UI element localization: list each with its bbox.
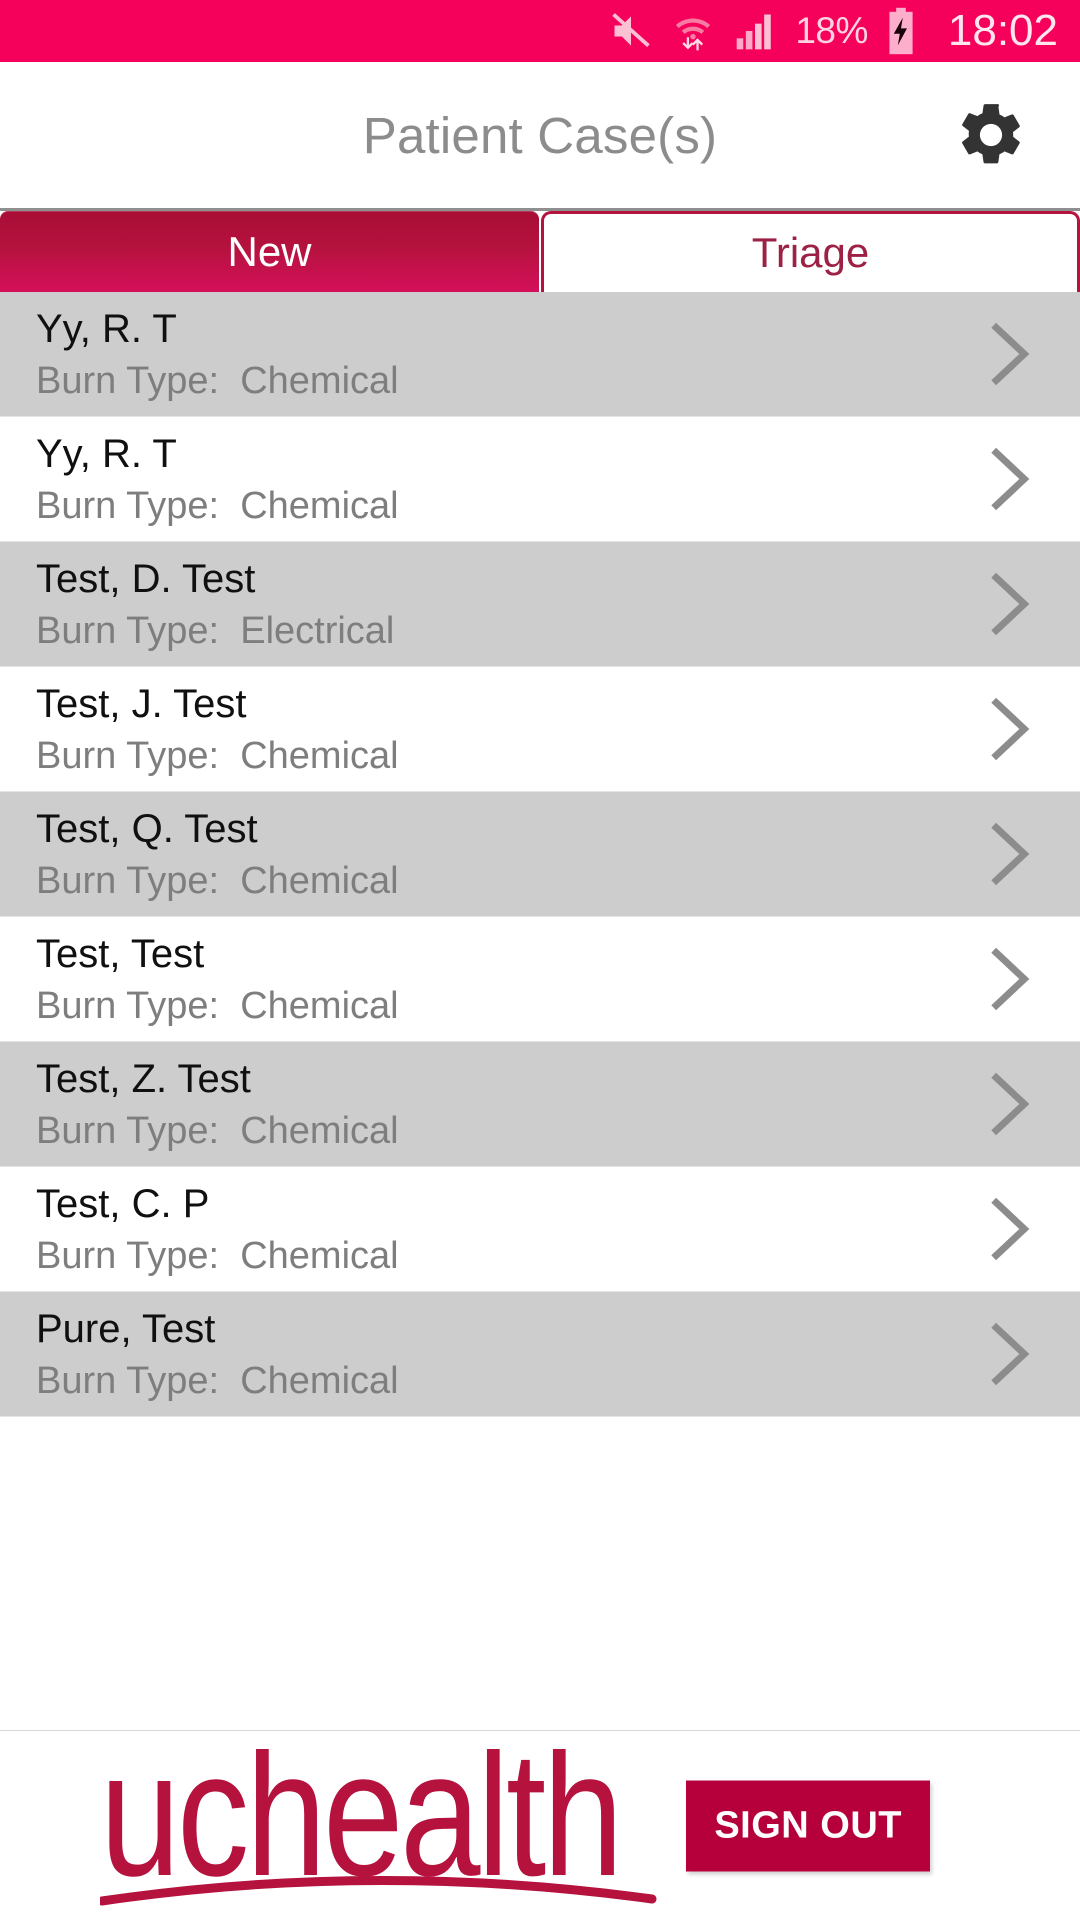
patient-case-list[interactable]: Yy, R. T Burn Type: Chemical Yy, R. T Burn … [0, 292, 1080, 1730]
burn-type-label: Burn Type: [36, 484, 220, 527]
burn-type-value: Chemical [240, 1234, 399, 1277]
sign-out-label: SIGN OUT [714, 1804, 902, 1846]
tab-bar: New Triage [0, 208, 1080, 292]
chevron-right-icon[interactable] [986, 571, 1032, 637]
chevron-right-icon[interactable] [986, 946, 1032, 1012]
tab-new-label: New [227, 227, 312, 275]
burn-type-value: Chemical [240, 1359, 399, 1402]
battery-percent-label: 18% [795, 10, 868, 51]
status-bar-icons: 18% 18:02 [609, 6, 1058, 56]
chevron-right-icon[interactable] [986, 1071, 1032, 1137]
battery-charging-icon [889, 7, 913, 55]
burn-type-label: Burn Type: [36, 734, 220, 777]
patient-case-row[interactable]: Yy, R. T Burn Type: Chemical [0, 292, 1080, 417]
status-bar: 18% 18:02 [0, 0, 1080, 62]
burn-type-label: Burn Type: [36, 359, 220, 402]
settings-button[interactable] [952, 96, 1030, 174]
burn-type-line: Burn Type: Chemical [36, 1112, 1080, 1150]
chevron-right-icon[interactable] [986, 446, 1032, 512]
burn-type-label: Burn Type: [36, 1359, 220, 1402]
burn-type-value: Chemical [240, 984, 399, 1027]
footer-bar: uchealth SIGN OUT [0, 1714, 1080, 1920]
burn-type-label: Burn Type: [36, 984, 220, 1027]
patient-name: Test, D. Test [36, 556, 256, 601]
burn-type-value: Chemical [240, 484, 399, 527]
patient-name: Test, Z. Test [36, 1056, 251, 1101]
burn-type-value: Chemical [240, 1109, 399, 1152]
burn-type-line: Burn Type: Electrical [36, 612, 1080, 650]
patient-name: Pure, Test [36, 1306, 216, 1351]
burn-type-value: Chemical [240, 359, 399, 402]
clock-label: 18:02 [947, 6, 1058, 55]
burn-type-line: Burn Type: Chemical [36, 362, 1080, 400]
patient-case-row[interactable]: Pure, Test Burn Type: Chemical [0, 1292, 1080, 1417]
patient-case-row[interactable]: Test, Z. Test Burn Type: Chemical [0, 1042, 1080, 1167]
tab-triage-label: Triage [751, 229, 870, 276]
burn-type-value: Chemical [240, 859, 399, 902]
wifi-data-transfer-icon [676, 18, 711, 51]
tab-triage[interactable]: Triage [541, 211, 1080, 292]
patient-name: Yy, R. T [36, 431, 177, 476]
burn-type-label: Burn Type: [36, 1109, 220, 1152]
chevron-right-icon[interactable] [986, 1321, 1032, 1387]
burn-type-line: Burn Type: Chemical [36, 1362, 1080, 1400]
mute-speaker-icon [612, 13, 651, 48]
app-header: Patient Case(s) [0, 62, 1080, 208]
page-title: Patient Case(s) [362, 106, 718, 164]
burn-type-value: Electrical [240, 609, 395, 652]
chevron-right-icon[interactable] [986, 696, 1032, 762]
sign-out-button[interactable]: SIGN OUT [686, 1780, 930, 1871]
patient-case-row[interactable]: Yy, R. T Burn Type: Chemical [0, 417, 1080, 542]
chevron-right-icon[interactable] [986, 821, 1032, 887]
uchealth-logo: uchealth [97, 1714, 660, 1913]
patient-name: Test, Test [36, 931, 205, 976]
burn-type-label: Burn Type: [36, 1234, 220, 1277]
burn-type-line: Burn Type: Chemical [36, 737, 1080, 775]
burn-type-line: Burn Type: Chemical [36, 987, 1080, 1025]
burn-type-label: Burn Type: [36, 609, 220, 652]
patient-case-row[interactable]: Test, C. P Burn Type: Chemical [0, 1167, 1080, 1292]
patient-name: Test, J. Test [36, 681, 247, 726]
patient-name: Test, Q. Test [36, 806, 258, 851]
burn-type-line: Burn Type: Chemical [36, 862, 1080, 900]
burn-type-line: Burn Type: Chemical [36, 487, 1080, 525]
uchealth-logo-mark: uchealth [97, 1714, 657, 1913]
chevron-right-icon[interactable] [986, 1196, 1032, 1262]
tab-new[interactable]: New [0, 211, 539, 292]
burn-type-line: Burn Type: Chemical [36, 1237, 1080, 1275]
burn-type-label: Burn Type: [36, 859, 220, 902]
cellular-signal-icon [736, 14, 772, 50]
patient-case-row[interactable]: Test, D. Test Burn Type: Electrical [0, 542, 1080, 667]
chevron-right-icon[interactable] [986, 321, 1032, 387]
burn-type-value: Chemical [240, 734, 399, 777]
patient-case-row[interactable]: Test, J. Test Burn Type: Chemical [0, 667, 1080, 792]
gear-icon [962, 104, 1020, 164]
patient-case-row[interactable]: Test, Q. Test Burn Type: Chemical [0, 792, 1080, 917]
patient-name: Yy, R. T [36, 306, 177, 351]
patient-name: Test, C. P [36, 1181, 210, 1226]
patient-case-row[interactable]: Test, Test Burn Type: Chemical [0, 917, 1080, 1042]
